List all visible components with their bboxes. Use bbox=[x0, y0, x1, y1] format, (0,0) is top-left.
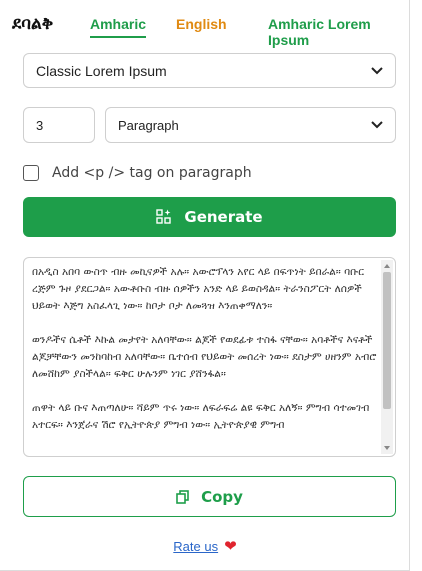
heart-icon: ❤ bbox=[224, 538, 237, 555]
paragraph-count-value: 3 bbox=[36, 117, 44, 133]
sparkle-grid-icon bbox=[156, 209, 172, 224]
scrollbar-thumb[interactable] bbox=[383, 272, 391, 409]
chevron-down-icon bbox=[371, 66, 383, 74]
rate-us-link[interactable]: Rate us bbox=[173, 539, 218, 554]
style-select[interactable]: Classic Lorem Ipsum bbox=[23, 53, 396, 88]
scroll-down-arrow-icon[interactable] bbox=[384, 446, 390, 450]
output-paragraph: በአዲስ አበባ ውስጥ ብዙ መኪናዎች አሉ። አውሮፕላን አየር ላይ … bbox=[32, 266, 365, 312]
copy-button-label: Copy bbox=[201, 487, 243, 506]
p-tag-checkbox[interactable] bbox=[23, 165, 39, 181]
unit-select[interactable]: Paragraph bbox=[105, 107, 396, 143]
copy-icon bbox=[176, 489, 189, 504]
textarea-scrollbar[interactable] bbox=[381, 260, 393, 454]
extension-popup: ደባልቅ Amharic English Amharic Lorem Ipsum… bbox=[0, 0, 410, 571]
p-tag-checkbox-label[interactable]: Add <p /> tag on paragraph bbox=[52, 165, 252, 181]
paragraph-count-input[interactable]: 3 bbox=[23, 107, 95, 143]
p-tag-option: Add <p /> tag on paragraph bbox=[23, 163, 252, 183]
generate-button-label: Generate bbox=[184, 208, 263, 226]
copy-button[interactable]: Copy bbox=[23, 476, 396, 517]
output-textarea[interactable]: በአዲስ አበባ ውስጥ ብዙ መኪናዎች አሉ። አውሮፕላን አየር ላይ … bbox=[23, 257, 396, 457]
chevron-down-icon bbox=[371, 121, 383, 129]
tab-amharic-lorem-ipsum[interactable]: Amharic Lorem Ipsum bbox=[268, 16, 410, 48]
tab-english[interactable]: English bbox=[176, 16, 227, 32]
output-paragraph: ወንዶችና ሴቶች እኩል መታየት አለባቸው። ልጆች የወደፊቱ ተስፋ … bbox=[32, 334, 377, 380]
output-text: በአዲስ አበባ ውስጥ ብዙ መኪናዎች አሉ። አውሮፕላን አየር ላይ … bbox=[32, 264, 377, 451]
unit-select-value: Paragraph bbox=[118, 117, 179, 133]
output-paragraph: ጠዋት ላይ ቡና እጠጣለሁ። ሻይም ጥሩ ነው። ለፍራፍሬ ልዩ ፍቅር… bbox=[32, 402, 370, 431]
scroll-up-arrow-icon[interactable] bbox=[384, 264, 390, 268]
header: ደባልቅ Amharic English Amharic Lorem Ipsum bbox=[0, 0, 410, 48]
tab-amharic[interactable]: Amharic bbox=[90, 16, 147, 38]
generate-button[interactable]: Generate bbox=[23, 197, 396, 237]
rate-row: Rate us ❤ bbox=[0, 537, 410, 555]
app-logo: ደባልቅ bbox=[12, 14, 54, 34]
style-select-value: Classic Lorem Ipsum bbox=[36, 62, 167, 79]
